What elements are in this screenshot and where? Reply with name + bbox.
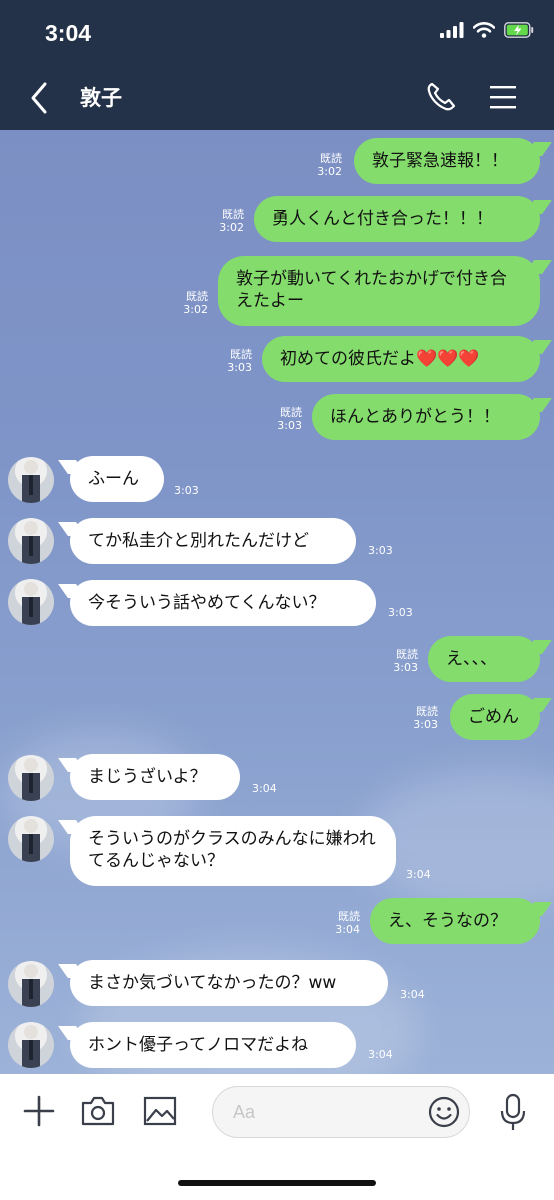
- read-receipt: 既読: [338, 910, 360, 923]
- message-bubble[interactable]: ふーん: [70, 456, 164, 502]
- message-time: 3:04: [368, 1048, 393, 1061]
- read-receipt: 既読: [320, 152, 342, 165]
- message-time: 3:03: [393, 661, 418, 674]
- contact-avatar[interactable]: [8, 518, 54, 564]
- status-icons: [440, 22, 534, 38]
- message-time: 3:03: [227, 361, 252, 374]
- chat-title: 敦子: [80, 86, 122, 110]
- contact-avatar[interactable]: [8, 816, 54, 862]
- message-time: 3:04: [406, 868, 431, 881]
- message-input-bar: [0, 1074, 554, 1200]
- message-time: 3:03: [174, 484, 199, 497]
- contact-avatar[interactable]: [8, 755, 54, 801]
- signal-icon: [440, 22, 464, 38]
- message-time: 3:03: [413, 718, 438, 731]
- message-time: 3:02: [219, 221, 244, 234]
- message-time: 3:04: [252, 782, 277, 795]
- avatar-photo-icon: [22, 460, 40, 503]
- hamburger-menu-icon[interactable]: [488, 84, 518, 110]
- chat-header: 3:04 敦子: [0, 0, 554, 130]
- emoji-icon[interactable]: [427, 1095, 461, 1129]
- message-time: 3:03: [368, 544, 393, 557]
- avatar-photo-icon: [22, 819, 40, 862]
- home-indicator: [178, 1180, 376, 1186]
- phone-icon[interactable]: [424, 80, 458, 114]
- contact-avatar[interactable]: [8, 579, 54, 625]
- message-bubble[interactable]: え、そうなの？: [370, 898, 540, 944]
- message-bubble[interactable]: そういうのがクラスのみんなに嫌われてるんじゃない？: [70, 816, 396, 886]
- message-bubble[interactable]: てか私圭介と別れたんだけど: [70, 518, 356, 564]
- avatar-photo-icon: [22, 521, 40, 564]
- microphone-icon[interactable]: [498, 1092, 528, 1132]
- contact-avatar[interactable]: [8, 1022, 54, 1068]
- read-receipt: 既読: [396, 648, 418, 661]
- avatar-photo-icon: [22, 582, 40, 625]
- message-bubble[interactable]: ごめん: [450, 694, 540, 740]
- avatar-photo-icon: [22, 1025, 40, 1068]
- contact-avatar[interactable]: [8, 457, 54, 503]
- avatar-photo-icon: [22, 758, 40, 801]
- message-bubble[interactable]: 今そういう話やめてくんない？: [70, 580, 376, 626]
- message-bubble[interactable]: ほんとありがとう！！: [312, 394, 540, 440]
- nav-bar: 敦子: [0, 66, 554, 130]
- status-time: 3:04: [45, 20, 92, 46]
- message-meta: 既読 3:03: [204, 348, 252, 374]
- message-meta: 既読 3:02: [294, 152, 342, 178]
- read-receipt: 既読: [222, 208, 244, 221]
- message-list[interactable]: 既読 3:02 敦子緊急速報！！ 既読 3:02 勇人くんと付き合った！！！ 既…: [0, 130, 554, 1074]
- read-receipt: 既読: [230, 348, 252, 361]
- message-bubble[interactable]: ホント優子ってノロマだよね: [70, 1022, 356, 1068]
- camera-icon[interactable]: [80, 1094, 116, 1128]
- message-meta: 既読 3:03: [254, 406, 302, 432]
- message-bubble[interactable]: まじうざいよ？: [70, 754, 240, 800]
- read-receipt: 既読: [416, 705, 438, 718]
- avatar-photo-icon: [22, 964, 40, 1007]
- message-bubble[interactable]: まさか気づいてなかったの？ww: [70, 960, 388, 1006]
- message-time: 3:03: [388, 606, 413, 619]
- message-time: 3:04: [335, 923, 360, 936]
- message-bubble[interactable]: 敦子が動いてくれたおかげで付き合えたよー: [218, 256, 540, 326]
- message-bubble[interactable]: 敦子緊急速報！！: [354, 138, 540, 184]
- message-meta: 既読 3:02: [196, 208, 244, 234]
- message-meta: 既読 3:04: [312, 910, 360, 936]
- message-time: 3:04: [400, 988, 425, 1001]
- message-bubble[interactable]: 初めての彼氏だよ❤️❤️❤️: [262, 336, 540, 382]
- read-receipt: 既読: [280, 406, 302, 419]
- message-time: 3:03: [277, 419, 302, 432]
- message-time: 3:02: [183, 303, 208, 316]
- message-time: 3:02: [317, 165, 342, 178]
- message-meta: 既読 3:02: [160, 290, 208, 316]
- message-bubble[interactable]: え、、、: [428, 636, 540, 682]
- message-meta: 既読 3:03: [370, 648, 418, 674]
- image-icon[interactable]: [142, 1094, 178, 1128]
- status-bar: 3:04: [0, 0, 554, 66]
- contact-avatar[interactable]: [8, 961, 54, 1007]
- message-bubble[interactable]: 勇人くんと付き合った！！！: [254, 196, 540, 242]
- read-receipt: 既読: [186, 290, 208, 303]
- back-chevron-icon[interactable]: [25, 80, 55, 116]
- message-meta: 既読 3:03: [390, 705, 438, 731]
- plus-icon[interactable]: [22, 1094, 56, 1128]
- battery-charging-icon: [504, 22, 534, 38]
- wifi-icon: [473, 22, 495, 38]
